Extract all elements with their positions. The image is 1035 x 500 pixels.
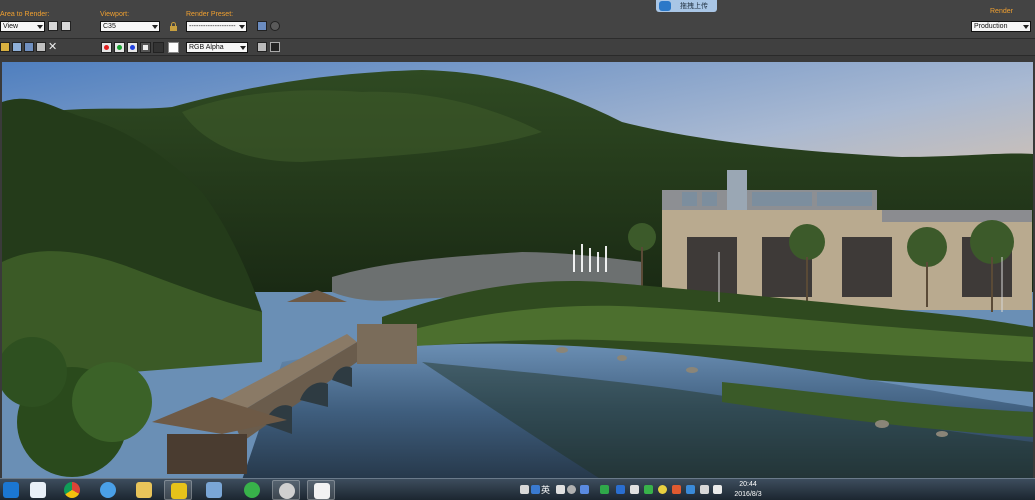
- ime-dot-icon[interactable]: [556, 485, 565, 494]
- app-icon: [30, 482, 46, 498]
- render-preset-value: --------------------: [189, 23, 236, 30]
- start-button[interactable]: [0, 480, 22, 500]
- copy-image-icon[interactable]: [12, 42, 22, 52]
- tray-360-icon[interactable]: [658, 485, 667, 494]
- cloud-upload-icon: [659, 1, 671, 11]
- taskbar-app-gimp[interactable]: [272, 480, 300, 500]
- edit-region-icon[interactable]: [48, 21, 58, 31]
- auto-region-icon[interactable]: [61, 21, 71, 31]
- input-method-icon[interactable]: [520, 485, 529, 494]
- tray-cloud-icon[interactable]: [686, 485, 695, 494]
- blue-channel-icon: [130, 45, 135, 50]
- taskbar-app-3dsmax[interactable]: [307, 480, 335, 500]
- red-channel-button[interactable]: [101, 42, 112, 53]
- viewport-label: Viewport:: [100, 11, 130, 18]
- render-label: Render: [990, 8, 1013, 15]
- tray-app-icon[interactable]: [630, 485, 639, 494]
- ime-keyboard-icon[interactable]: [580, 485, 589, 494]
- area-to-render-dropdown[interactable]: View: [0, 21, 45, 32]
- channel-display-dropdown[interactable]: RGB Alpha: [186, 42, 248, 53]
- alpha-channel-button[interactable]: [140, 42, 151, 53]
- security-shield-icon[interactable]: [644, 485, 653, 494]
- area-to-render-value: View: [3, 23, 19, 30]
- area-to-render-label: Area to Render:: [0, 11, 50, 18]
- render-mode-dropdown[interactable]: Production: [971, 21, 1031, 32]
- clock-date: 2016/8/3: [734, 491, 762, 498]
- ime-tool-icon[interactable]: [531, 485, 540, 494]
- ime-settings-icon[interactable]: [567, 485, 576, 494]
- print-image-icon[interactable]: [36, 42, 46, 52]
- lock-icon[interactable]: [170, 22, 177, 31]
- render-preset-label: Render Preset:: [186, 11, 234, 18]
- red-channel-icon: [104, 45, 109, 50]
- file-explorer-icon: [136, 482, 152, 498]
- system-clock[interactable]: 20:44 2016/8/3: [728, 480, 768, 500]
- battery-icon[interactable]: [600, 485, 609, 494]
- viewport-value: C35: [103, 23, 116, 30]
- window-icon: [206, 482, 222, 498]
- monochrome-button[interactable]: [153, 42, 164, 53]
- upload-label: 拖拽上传: [680, 3, 708, 10]
- render-toolbar: Area to Render: View Viewport: C35 Rende…: [0, 0, 1035, 38]
- save-image-icon[interactable]: [0, 42, 10, 52]
- photoshop-icon: [171, 483, 187, 499]
- baidu-cloud-icon: [100, 482, 116, 498]
- tray-flag-icon[interactable]: [672, 485, 681, 494]
- gimp-icon: [279, 483, 295, 499]
- channel-display-value: RGB Alpha: [189, 44, 224, 51]
- toggle-ui-overlay-icon[interactable]: [257, 42, 267, 52]
- taskbar-app-chrome[interactable]: [58, 480, 86, 500]
- render-mode-value: Production: [974, 23, 1008, 30]
- green-channel-icon: [117, 45, 122, 50]
- 3dsmax-icon: [314, 483, 330, 499]
- rendered-image-viewport: [2, 62, 1033, 480]
- clear-icon[interactable]: ✕: [48, 40, 57, 53]
- volume-icon[interactable]: [700, 485, 709, 494]
- swatch-white[interactable]: [168, 42, 179, 53]
- taskbar-app-photoshop[interactable]: [164, 480, 192, 500]
- notification-icon[interactable]: [713, 485, 722, 494]
- clone-frame-icon[interactable]: [24, 42, 34, 52]
- blue-channel-button[interactable]: [127, 42, 138, 53]
- 360-icon: [244, 482, 260, 498]
- chrome-icon: [64, 482, 80, 498]
- upload-tab[interactable]: 拖拽上传: [656, 0, 717, 12]
- environment-icon[interactable]: [270, 21, 280, 31]
- clock-time: 20:44: [739, 481, 757, 488]
- ime-language-indicator[interactable]: 英: [541, 483, 550, 496]
- taskbar-app-explorer[interactable]: [130, 480, 158, 500]
- windows-taskbar: 英 20:44 2016/8/3: [0, 478, 1035, 500]
- taskbar-app-window[interactable]: [200, 480, 228, 500]
- render-preset-dropdown[interactable]: --------------------: [186, 21, 247, 32]
- taskbar-app-1[interactable]: [24, 480, 52, 500]
- rendered-landscape-image: [2, 62, 1033, 480]
- alpha-channel-icon: [143, 45, 148, 50]
- start-icon: [3, 482, 19, 498]
- taskbar-app-baidu[interactable]: [94, 480, 122, 500]
- viewport-dropdown[interactable]: C35: [100, 21, 160, 32]
- render-setup-icon[interactable]: [257, 21, 267, 31]
- frame-toolbar: ✕ RGB Alpha: [0, 38, 1035, 56]
- taskbar-app-360[interactable]: [238, 480, 266, 500]
- toggle-ui-icon[interactable]: [270, 42, 280, 52]
- green-channel-button[interactable]: [114, 42, 125, 53]
- network-tray-icon[interactable]: [616, 485, 625, 494]
